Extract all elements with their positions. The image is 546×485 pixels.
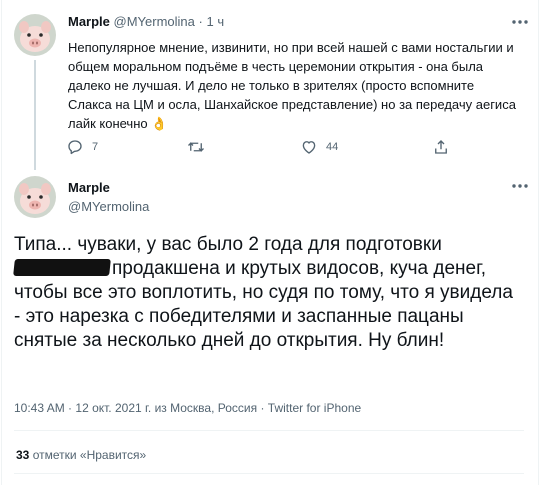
reply-action-bar: 7 44 <box>66 138 526 158</box>
tweet-time[interactable]: 10:43 AM <box>14 401 65 415</box>
more-dots-icon <box>512 20 528 24</box>
reply-count: 7 <box>92 141 99 153</box>
reply-separator: · <box>198 14 203 29</box>
reply-avatar[interactable] <box>14 14 56 56</box>
tweet-date-location[interactable]: 12 окт. 2021 г. из Москва, Россия <box>75 401 257 415</box>
pig-avatar-icon <box>14 176 56 218</box>
more-dots-icon <box>512 184 528 188</box>
meta-separator: · <box>68 401 73 415</box>
reply-more-button[interactable] <box>508 12 532 32</box>
tweet-text: Типа... чуваки, у вас было 2 года для по… <box>13 233 524 353</box>
tweet-metadata: 10:43 AM · 12 окт. 2021 г. из Москва, Ро… <box>14 401 361 415</box>
likes-summary[interactable]: 33 отметки «Нравится» <box>16 448 146 462</box>
pig-avatar-icon <box>14 14 56 56</box>
comment-icon <box>68 140 82 155</box>
retweet-button[interactable] <box>186 138 214 156</box>
thread-connector-line <box>34 60 36 170</box>
like-count: 44 <box>326 141 339 153</box>
divider <box>14 473 524 474</box>
tweet-author-handle[interactable]: @MYermolina <box>68 199 149 214</box>
reply-timestamp[interactable]: 1 ч <box>206 14 224 29</box>
retweet-icon <box>188 142 204 152</box>
tweet-source[interactable]: Twitter for iPhone <box>268 401 361 415</box>
likes-count: 33 <box>16 448 30 462</box>
reply-text-content: Непопулярное мнение, извинити, но при вс… <box>68 40 516 131</box>
tweet-text-part-1: Типа... чуваки, у вас было 2 года для по… <box>14 234 442 255</box>
heart-icon <box>302 141 316 154</box>
tweet-author-name[interactable]: Marple <box>68 180 110 195</box>
like-button[interactable]: 44 <box>300 138 338 156</box>
reply-text: Непопулярное мнение, извинити, но при вс… <box>68 38 518 133</box>
main-avatar[interactable] <box>14 176 56 218</box>
share-icon <box>435 140 447 154</box>
redaction-scribble <box>13 259 111 276</box>
share-button[interactable] <box>432 138 450 156</box>
meta-separator: · <box>260 401 265 415</box>
divider <box>14 430 524 431</box>
reply-button[interactable]: 7 <box>66 138 98 156</box>
tweet-more-button[interactable] <box>508 176 532 196</box>
likes-label: отметки «Нравится» <box>32 448 147 462</box>
reply-author-handle[interactable]: @MYermolina <box>114 14 195 29</box>
ok-hand-emoji: 👌 <box>151 116 168 131</box>
reply-header: Marple @MYermolina · 1 ч <box>68 14 224 29</box>
reply-author-name[interactable]: Marple <box>68 14 110 29</box>
